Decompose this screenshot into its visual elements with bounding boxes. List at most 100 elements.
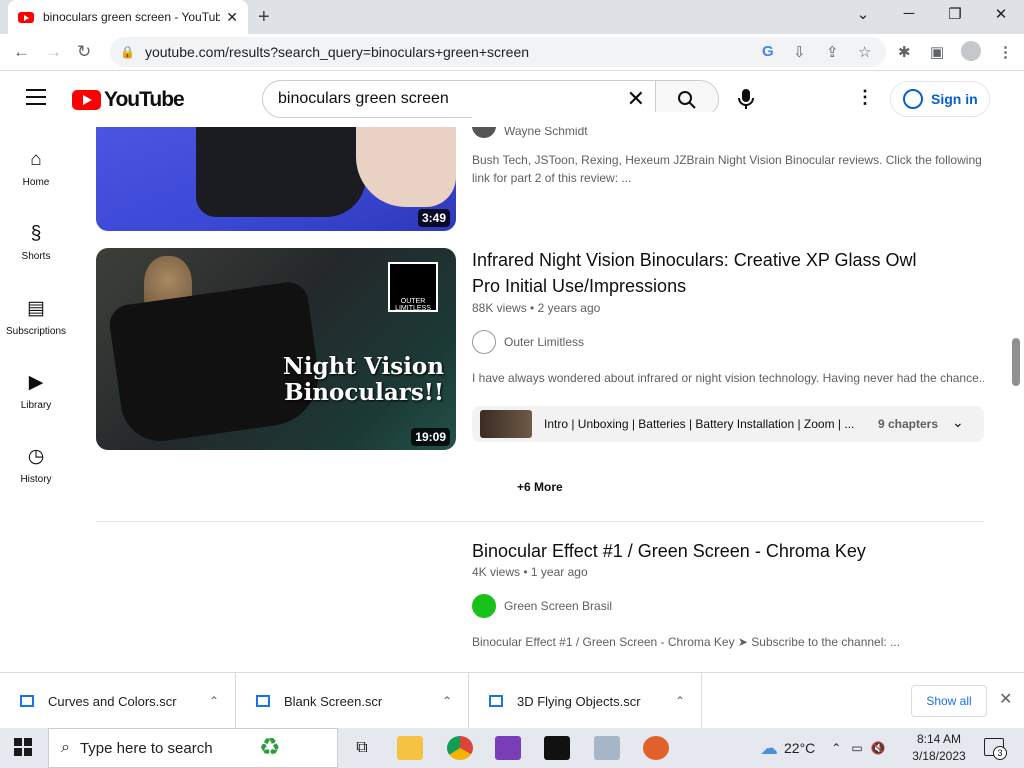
- chapters-text: Intro | Unboxing | Batteries | Battery I…: [544, 417, 855, 431]
- weather-cloud-icon: ☁: [760, 737, 778, 758]
- sidebar-item-label: Library: [20, 400, 52, 411]
- download-filename: Blank Screen.scr: [284, 693, 383, 709]
- back-button[interactable]: ←: [13, 42, 30, 62]
- history-icon: ◷: [27, 446, 45, 467]
- video-title[interactable]: Binocular Effect #1 / Green Screen - Chr…: [472, 538, 972, 564]
- sidebar-item-shorts[interactable]: § Shorts: [0, 223, 72, 262]
- sidebar-item-subscriptions[interactable]: ▤ Subscriptions: [0, 297, 72, 337]
- side-panel-icon[interactable]: ▣: [930, 43, 944, 61]
- task-view-icon[interactable]: ⧉: [349, 736, 375, 760]
- network-icon[interactable]: ▭: [851, 741, 862, 755]
- chevron-up-icon[interactable]: ⌃: [209, 694, 219, 708]
- new-tab-button[interactable]: +: [258, 6, 270, 29]
- chevron-up-icon[interactable]: ⌃: [831, 741, 841, 755]
- hamburger-menu-icon[interactable]: [26, 89, 46, 105]
- terminal-icon[interactable]: [544, 736, 570, 760]
- restore-button[interactable]: ❐: [935, 5, 975, 23]
- video-duration: 3:49: [417, 209, 450, 227]
- recycle-icon: ♻: [259, 734, 281, 761]
- logo-text: YouTube: [104, 88, 185, 111]
- notification-count: 3: [993, 746, 1007, 760]
- volume-muted-icon[interactable]: 🔇: [871, 741, 886, 755]
- system-tray: ☁ 22°C ⌃ ▭ 🔇: [760, 728, 886, 768]
- lock-icon: 🔒: [120, 45, 135, 59]
- youtube-logo[interactable]: YouTube: [72, 88, 185, 112]
- taskbar-search[interactable]: ⌕ Type here to search ♻: [48, 728, 338, 768]
- video-duration: 19:09: [411, 428, 450, 446]
- video-thumbnail[interactable]: 3:49: [96, 127, 456, 231]
- screensaver-app-icon[interactable]: [594, 736, 620, 760]
- reload-button[interactable]: ↻: [77, 42, 91, 62]
- close-window-button[interactable]: ✕: [981, 5, 1021, 23]
- view-count: 88K views: [472, 301, 527, 315]
- chrome-icon[interactable]: [447, 736, 473, 760]
- profile-avatar-icon[interactable]: [961, 41, 981, 61]
- chevron-up-icon[interactable]: ⌃: [675, 694, 685, 708]
- sign-in-button[interactable]: Sign in: [890, 81, 990, 117]
- hand-image: [356, 127, 456, 207]
- taskbar-clock[interactable]: 8:14 AM 3/18/2023: [904, 731, 974, 765]
- file-icon: [489, 695, 503, 707]
- google-icon[interactable]: G: [762, 43, 774, 60]
- sidebar-item-home[interactable]: ⌂ Home: [0, 149, 72, 188]
- channel-link[interactable]: Green Screen Brasil: [472, 594, 612, 618]
- upload-age: 2 years ago: [537, 301, 601, 315]
- sidebar-item-label: Subscriptions: [5, 326, 67, 337]
- forward-button[interactable]: →: [45, 42, 62, 62]
- chapters-row[interactable]: Intro | Unboxing | Batteries | Battery I…: [472, 406, 984, 442]
- temperature[interactable]: 22°C: [784, 740, 815, 756]
- sidebar-item-label: Home: [22, 177, 50, 188]
- youtube-play-icon: [72, 90, 101, 110]
- extensions-icon[interactable]: ✱: [898, 43, 911, 61]
- close-tab-icon[interactable]: ✕: [226, 9, 238, 26]
- chevron-up-icon[interactable]: ⌃: [442, 694, 452, 708]
- url-text: youtube.com/results?search_query=binocul…: [144, 44, 530, 60]
- download-item[interactable]: 3D Flying Objects.scr ⌃: [469, 673, 702, 729]
- tab-search-icon[interactable]: ⌄: [843, 5, 883, 23]
- windows-start-icon[interactable]: [14, 738, 32, 756]
- bookmark-star-icon[interactable]: ☆: [858, 43, 871, 61]
- clock-date: 3/18/2023: [912, 749, 966, 763]
- browser-tab-strip: binoculars green screen - YouTube ✕ + ⌄ …: [0, 0, 1024, 34]
- upload-age: 1 year ago: [530, 565, 588, 579]
- browser-tab[interactable]: binoculars green screen - YouTube ✕: [8, 0, 248, 34]
- channel-badge: OUTER LIMITLESS: [388, 262, 438, 312]
- video-description: Binocular Effect #1 / Green Screen - Chr…: [472, 635, 901, 649]
- channel-link[interactable]: Outer Limitless: [472, 330, 584, 354]
- browser-menu-icon[interactable]: ⋮: [998, 43, 1013, 61]
- video-title[interactable]: Infrared Night Vision Binoculars: Creati…: [472, 247, 932, 299]
- settings-menu-icon[interactable]: ⋮: [856, 87, 874, 108]
- minimize-button[interactable]: ─: [889, 5, 929, 22]
- install-app-icon[interactable]: ⇩: [793, 43, 806, 61]
- close-download-bar-icon[interactable]: ✕: [999, 689, 1012, 709]
- share-icon[interactable]: ⇪: [826, 43, 839, 61]
- youtube-favicon-icon: [18, 11, 34, 23]
- chevron-down-icon[interactable]: ⌄: [952, 414, 964, 431]
- download-filename: Curves and Colors.scr: [48, 693, 177, 709]
- video-description: I have always wondered about infrared or…: [472, 371, 984, 385]
- account-icon: [903, 89, 923, 109]
- sidebar-item-history[interactable]: ◷ History: [0, 445, 72, 485]
- search-query: binoculars green screen: [278, 90, 449, 107]
- page-scrollbar-thumb[interactable]: [1012, 338, 1020, 386]
- browser-toolbar: ← → ↻ 🔒 youtube.com/results?search_query…: [0, 34, 1024, 71]
- download-item[interactable]: Blank Screen.scr ⌃: [236, 673, 469, 729]
- file-explorer-icon[interactable]: [397, 736, 423, 760]
- show-more-button[interactable]: +6 More: [517, 480, 563, 494]
- windows-taskbar: ⌕ Type here to search ♻ ⧉ ☁ 22°C ⌃ ▭ 🔇 8…: [0, 728, 1024, 768]
- tab-title: binoculars green screen - YouTube: [42, 10, 221, 24]
- app-icon[interactable]: [643, 736, 669, 760]
- voice-search-button[interactable]: [736, 88, 756, 115]
- visual-studio-icon[interactable]: [495, 736, 521, 760]
- microphone-icon: [738, 89, 754, 109]
- download-bar: Curves and Colors.scr ⌃ Blank Screen.scr…: [0, 672, 1024, 729]
- clear-search-icon[interactable]: ✕: [627, 86, 645, 112]
- shorts-icon: §: [30, 223, 42, 244]
- video-thumbnail[interactable]: OUTER LIMITLESS Night Vision Binoculars!…: [96, 248, 456, 450]
- sidebar-item-library[interactable]: ▶ Library: [0, 371, 72, 411]
- show-all-downloads-button[interactable]: Show all: [911, 685, 987, 717]
- home-icon: ⌂: [30, 149, 42, 170]
- video-meta: 4K views • 1 year ago: [472, 565, 588, 579]
- download-item[interactable]: Curves and Colors.scr ⌃: [0, 673, 236, 729]
- thumbnail-caption: Night Vision Binoculars!!: [282, 353, 444, 406]
